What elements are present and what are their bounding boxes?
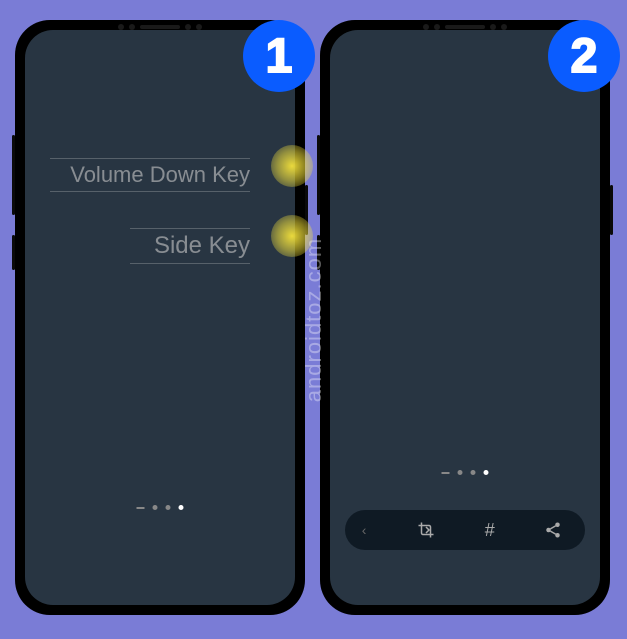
crop-icon[interactable]	[411, 515, 441, 545]
volume-button-render	[317, 135, 320, 215]
phone-left: Volume Down Key Side Key 1	[15, 20, 305, 615]
volume-down-label: Volume Down Key	[50, 158, 250, 192]
phone-right-screen: ‹ #	[330, 30, 600, 605]
screenshot-toolbar: ‹ #	[345, 510, 585, 550]
watermark-text: androidtoz.com	[301, 237, 327, 401]
volume-down-highlight	[271, 145, 313, 187]
pagination-dots	[442, 470, 489, 475]
bixby-button-render	[12, 235, 15, 270]
chevron-left-icon[interactable]: ‹	[362, 510, 378, 550]
phone-right: ‹ # 2	[320, 20, 610, 615]
volume-button-render	[12, 135, 15, 215]
side-key-label: Side Key	[130, 228, 250, 264]
power-button-render	[610, 185, 613, 235]
phone-left-screen: Volume Down Key Side Key	[25, 30, 295, 605]
pagination-dots	[137, 505, 184, 510]
step-badge-1: 1	[243, 20, 315, 92]
hash-icon[interactable]: #	[475, 515, 505, 545]
step-badge-2: 2	[548, 20, 620, 92]
share-icon[interactable]	[538, 515, 568, 545]
